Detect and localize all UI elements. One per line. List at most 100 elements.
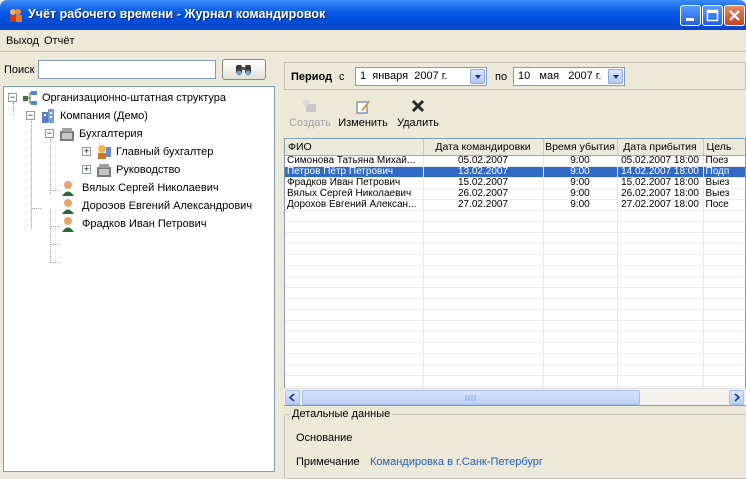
empty-row — [285, 342, 745, 354]
horizontal-scrollbar[interactable] — [284, 388, 746, 405]
period-to-date[interactable]: 10 мая 2007 г. — [513, 67, 625, 86]
table-cell — [423, 276, 544, 288]
column-header-purpose[interactable]: Цель — [703, 139, 745, 156]
column-header-departure-time[interactable]: Время убытия — [543, 139, 618, 156]
column-header-trip-date[interactable]: Дата командировки — [423, 139, 544, 156]
column-header-name[interactable]: ФИО — [285, 139, 424, 156]
details-legend: Детальные данные — [290, 408, 393, 420]
minimize-button[interactable] — [680, 5, 701, 26]
table-cell: Выез — [703, 177, 745, 189]
table-cell — [423, 342, 544, 354]
table-cell — [423, 221, 544, 233]
table-cell — [543, 309, 618, 321]
table-cell — [617, 309, 704, 321]
title-bar[interactable]: Учёт рабочего времени - Журнал командиро… — [0, 0, 746, 30]
table-cell — [285, 232, 424, 244]
table-cell — [703, 353, 745, 365]
table-cell — [543, 298, 618, 310]
empty-row — [285, 221, 745, 233]
table-header-row: ФИО Дата командировки Время убытия Дата … — [285, 139, 745, 156]
scroll-right-button[interactable] — [729, 390, 744, 405]
edit-button[interactable]: Изменить — [336, 94, 390, 134]
table-cell — [703, 342, 745, 354]
table-cell — [423, 243, 544, 255]
empty-row — [285, 232, 745, 244]
table-cell: Подп — [703, 166, 745, 178]
table-cell — [703, 276, 745, 288]
table-cell — [543, 243, 618, 255]
table-cell — [543, 287, 618, 299]
details-panel: Детальные данные Основание Примечание Ко… — [284, 408, 746, 479]
empty-row — [285, 210, 745, 222]
table-cell — [423, 287, 544, 299]
table-cell — [617, 331, 704, 343]
tree-item-label: Вялых Сергей Николаевич — [82, 182, 219, 194]
search-input[interactable] — [38, 60, 216, 79]
table-cell — [543, 254, 618, 266]
collapse-toggle[interactable]: − — [8, 93, 17, 102]
table-cell: Выез — [703, 188, 745, 200]
period-to-label: по — [495, 71, 508, 83]
grip-icon — [465, 395, 476, 401]
trips-table[interactable]: ФИО Дата командировки Время убытия Дата … — [284, 138, 746, 406]
edit-label: Изменить — [338, 117, 388, 129]
period-from-date[interactable]: 1 января 2007 г. — [355, 67, 487, 86]
table-cell — [703, 331, 745, 343]
expand-toggle[interactable]: + — [82, 147, 91, 156]
table-cell: 13.02.2007 — [423, 166, 544, 178]
basis-label: Основание — [296, 432, 353, 444]
menu-report[interactable]: Отчёт — [44, 35, 74, 47]
table-cell — [423, 210, 544, 222]
column-header-arrival-date[interactable]: Дата прибытия — [617, 139, 704, 156]
empty-row — [285, 353, 745, 365]
table-cell — [285, 265, 424, 277]
table-cell — [423, 375, 544, 387]
empty-row — [285, 243, 745, 255]
table-cell — [423, 254, 544, 266]
collapse-toggle[interactable]: − — [26, 111, 35, 120]
table-row[interactable]: Дорохов Евгений Алексан... 27.02.2007 9:00… — [285, 199, 745, 211]
table-cell — [703, 298, 745, 310]
table-cell: 05.02.2007 — [423, 155, 544, 167]
table-cell — [285, 210, 424, 222]
maximize-icon — [706, 9, 719, 22]
org-structure-icon — [23, 91, 37, 105]
create-label: Создать — [289, 117, 331, 129]
position-icon — [98, 145, 111, 159]
table-cell — [285, 309, 424, 321]
expand-toggle[interactable]: + — [82, 165, 91, 174]
close-button[interactable] — [724, 5, 745, 26]
tree-item-label: Компания (Демо) — [60, 110, 148, 122]
table-cell — [285, 221, 424, 233]
scroll-left-button[interactable] — [285, 390, 300, 405]
menu-exit[interactable]: Выход — [6, 35, 39, 47]
right-pane: Период с 1 января 2007 г. по 10 мая 2007… — [282, 56, 746, 479]
tree-item-label: Дороэов Евгений Александрович — [82, 200, 253, 212]
table-cell — [543, 375, 618, 387]
table-cell — [285, 298, 424, 310]
table-cell: 26.02.2007 — [423, 188, 544, 200]
table-row[interactable]: Симонова Татьяна Михай... 05.02.2007 9:00 0… — [285, 155, 745, 167]
table-cell — [543, 210, 618, 222]
create-button[interactable]: Создать — [288, 94, 332, 134]
table-row[interactable]: Вялых Сергей Николаевич 26.02.2007 9:00 26.… — [285, 188, 745, 200]
table-cell — [543, 265, 618, 277]
table-cell — [703, 221, 745, 233]
org-tree[interactable]: − Организационно-штатная структура − Ком… — [3, 86, 275, 472]
scrollbar-thumb[interactable] — [302, 390, 640, 405]
table-cell: 15.02.2007 — [423, 177, 544, 189]
collapse-toggle[interactable]: − — [45, 129, 54, 138]
to-date-dropdown-icon[interactable] — [608, 69, 623, 84]
table-cell — [423, 320, 544, 332]
table-cell: 9:00 — [543, 155, 618, 167]
delete-button[interactable]: Удалить — [396, 94, 440, 134]
table-cell — [617, 232, 704, 244]
search-button[interactable] — [222, 59, 266, 80]
table-cell — [543, 221, 618, 233]
table-row[interactable]: Петров Пётр Петрович 13.02.2007 9:00 14.02.… — [285, 166, 745, 178]
person-icon — [62, 217, 74, 232]
from-date-dropdown-icon[interactable] — [470, 69, 485, 84]
table-row[interactable]: Фрадков Иван Петрович 15.02.2007 9:00 15.02… — [285, 177, 745, 189]
table-cell — [285, 243, 424, 255]
maximize-button[interactable] — [702, 5, 723, 26]
